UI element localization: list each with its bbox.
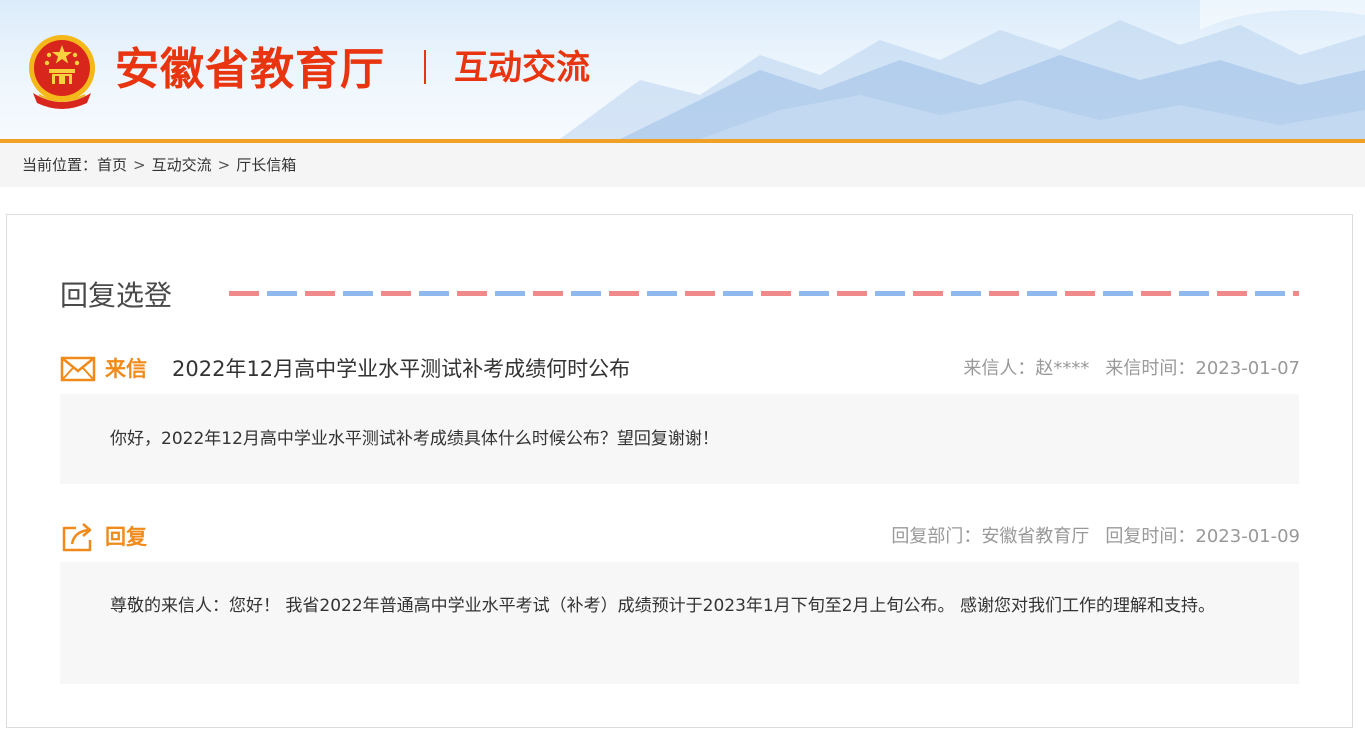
reply-share-icon: [62, 523, 92, 552]
breadcrumb-separator: >: [133, 156, 146, 174]
reply-body-box: 尊敬的来信人：您好！ 我省2022年普通高中学业水平考试（补考）成绩预计于202…: [60, 562, 1299, 684]
sender-label: 来信人：: [963, 358, 1036, 379]
site-header: 安徽省教育厅 互动交流: [0, 0, 1365, 139]
reply-label: 回复: [105, 525, 147, 549]
letter-meta: 来信人：赵**** 来信时间：2023-01-07: [963, 357, 1300, 381]
sender-name: 赵****: [1035, 358, 1090, 379]
breadcrumb-mailbox-link[interactable]: 厅长信箱: [236, 156, 296, 174]
mail-icon: [60, 356, 96, 382]
letter-body-box: 你好，2022年12月高中学业水平测试补考成绩具体什么时候公布？望回复谢谢！: [60, 394, 1299, 484]
national-emblem-icon: [29, 35, 95, 109]
site-title: 安徽省教育厅: [115, 44, 385, 95]
reply-header: 回复 回复部门：安徽省教育厅 回复时间：2023-01-09: [60, 520, 1300, 554]
reply-dept-label: 回复部门：: [891, 526, 982, 547]
airmail-dash-divider: [229, 291, 1299, 296]
title-divider: [424, 50, 426, 84]
breadcrumb-separator: >: [217, 156, 231, 174]
reply-dept: 安徽省教育厅: [981, 526, 1090, 547]
breadcrumb-home-link[interactable]: 首页: [97, 156, 127, 174]
breadcrumb: 当前位置：首页 > 互动交流 > 厅长信箱: [22, 155, 296, 175]
letter-time-label: 来信时间：: [1105, 358, 1196, 379]
reply-body: 尊敬的来信人：您好！ 我省2022年普通高中学业水平考试（补考）成绩预计于202…: [110, 596, 1215, 616]
reply-time: 2023-01-09: [1195, 526, 1300, 547]
reply-time-label: 回复时间：: [1105, 526, 1196, 547]
reply-meta: 回复部门：安徽省教育厅 回复时间：2023-01-09: [891, 525, 1300, 549]
letter-label: 来信: [105, 357, 147, 381]
letter-time: 2023-01-07: [1195, 358, 1300, 379]
letter-header: 来信 2022年12月高中学业水平测试补考成绩何时公布 来信人：赵**** 来信时…: [60, 352, 1300, 386]
page-title: 回复选登: [60, 279, 173, 312]
breadcrumb-interaction-link[interactable]: 互动交流: [152, 156, 212, 174]
breadcrumb-prefix: 当前位置：: [22, 156, 98, 174]
letter-body: 你好，2022年12月高中学业水平测试补考成绩具体什么时候公布？望回复谢谢！: [110, 429, 719, 449]
section-title: 互动交流: [454, 48, 590, 88]
letter-subject: 2022年12月高中学业水平测试补考成绩何时公布: [172, 357, 631, 381]
